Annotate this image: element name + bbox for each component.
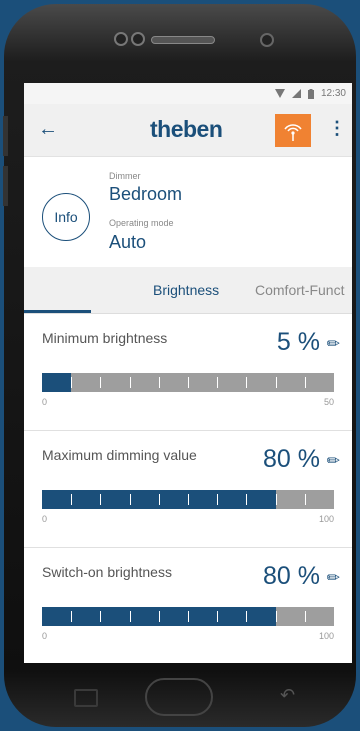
phone-frame: 12:30 ← theben ⋮ Info Dimmer Bedroom Ope… bbox=[3, 4, 356, 727]
broadcast-button[interactable] bbox=[275, 114, 311, 147]
min-label: 0 bbox=[42, 397, 48, 407]
scale-tick bbox=[188, 377, 189, 388]
scale-tick bbox=[129, 377, 131, 388]
scale-tick bbox=[304, 377, 306, 388]
volume-up-key bbox=[3, 116, 8, 156]
scale-tick bbox=[100, 377, 102, 388]
max-label: 50 bbox=[323, 397, 334, 407]
recent-apps-icon[interactable] bbox=[74, 689, 98, 707]
pencil-icon[interactable]: ✏︎ bbox=[327, 568, 340, 588]
scale-tick bbox=[246, 377, 248, 388]
setting-label: Maximum dimming value bbox=[42, 447, 197, 463]
signal-broadcast-icon bbox=[284, 123, 302, 141]
front-camera bbox=[260, 33, 274, 47]
scale-tick bbox=[275, 611, 277, 622]
level-bar[interactable] bbox=[42, 607, 334, 626]
scale-tick bbox=[129, 494, 131, 505]
level-bar[interactable] bbox=[42, 373, 334, 392]
app-screen: 12:30 ← theben ⋮ Info Dimmer Bedroom Ope… bbox=[24, 83, 352, 663]
volume-down-key bbox=[3, 166, 8, 206]
cell-signal-icon bbox=[291, 89, 301, 98]
max-label: 100 bbox=[318, 514, 334, 524]
setting-value: 80 % bbox=[263, 562, 320, 590]
setting-value: 80 % bbox=[263, 445, 320, 473]
scale-tick bbox=[71, 494, 73, 505]
app-bar: ← theben ⋮ bbox=[24, 104, 352, 157]
more-vert-icon[interactable]: ⋮ bbox=[328, 118, 346, 139]
scale-tick bbox=[158, 611, 160, 622]
back-arrow-icon[interactable]: ← bbox=[38, 118, 58, 141]
battery-icon bbox=[307, 88, 314, 99]
earpiece-speaker bbox=[151, 36, 215, 44]
setting-label: Minimum brightness bbox=[42, 330, 168, 346]
scale-tick bbox=[100, 611, 102, 622]
scale-tick bbox=[275, 377, 277, 388]
scale-tick bbox=[100, 494, 102, 505]
status-time: 12:30 bbox=[320, 88, 346, 99]
scale-tick bbox=[246, 494, 248, 505]
operating-mode-label: Operating mode bbox=[109, 218, 174, 228]
phone-nav-bar: ↶ bbox=[4, 667, 356, 727]
device-name: Bedroom bbox=[109, 184, 183, 204]
system-back-icon[interactable]: ↶ bbox=[280, 685, 295, 706]
phone-top-bezel bbox=[4, 28, 356, 48]
device-header: Info Dimmer Bedroom Operating mode Auto bbox=[24, 157, 352, 267]
scale-tick bbox=[129, 611, 131, 622]
setting-label: Switch-on brightness bbox=[42, 564, 172, 580]
home-button[interactable] bbox=[145, 678, 213, 716]
min-label: 0 bbox=[42, 631, 48, 641]
tab-brightness[interactable]: Brightness bbox=[153, 282, 219, 298]
level-bar[interactable] bbox=[42, 490, 334, 509]
brand-logo: theben bbox=[150, 116, 223, 142]
wifi-icon bbox=[274, 89, 285, 98]
scale-tick bbox=[158, 377, 160, 388]
info-button[interactable]: Info bbox=[42, 193, 90, 241]
scale-tick bbox=[71, 611, 73, 622]
setting-value: 5 % bbox=[276, 328, 320, 356]
scale-tick bbox=[158, 494, 160, 505]
level-fill bbox=[42, 373, 72, 392]
scale-tick bbox=[304, 494, 306, 505]
device-type-label: Dimmer bbox=[109, 171, 141, 181]
scale-tick bbox=[275, 494, 277, 505]
scale-tick bbox=[188, 611, 189, 622]
setting-switch-on-brightness[interactable]: Switch-on brightness 80 % ✏︎ 0 100 bbox=[24, 548, 352, 663]
min-label: 0 bbox=[42, 514, 48, 524]
scale-tick bbox=[217, 611, 219, 622]
info-label: Info bbox=[54, 209, 78, 225]
setting-minimum-brightness[interactable]: Minimum brightness 5 % ✏︎ 0 50 bbox=[24, 314, 352, 431]
pencil-icon[interactable]: ✏︎ bbox=[327, 451, 340, 471]
operating-mode-value: Auto bbox=[109, 232, 147, 252]
scale-tick bbox=[246, 611, 248, 622]
scale-tick bbox=[217, 494, 219, 505]
scale-tick bbox=[188, 494, 189, 505]
sensor-dots bbox=[114, 32, 148, 51]
tab-indicator bbox=[24, 310, 91, 313]
tab-comfort-functions[interactable]: Comfort-Funct bbox=[255, 282, 344, 298]
max-label: 100 bbox=[318, 631, 334, 641]
scale-tick bbox=[217, 377, 219, 388]
status-bar: 12:30 bbox=[24, 83, 352, 104]
tab-bar: Brightness Comfort-Funct bbox=[24, 267, 352, 314]
scale-tick bbox=[304, 611, 306, 622]
setting-maximum-dimming-value[interactable]: Maximum dimming value 80 % ✏︎ 0 100 bbox=[24, 431, 352, 548]
scale-tick bbox=[71, 377, 73, 388]
pencil-icon[interactable]: ✏︎ bbox=[327, 334, 340, 354]
